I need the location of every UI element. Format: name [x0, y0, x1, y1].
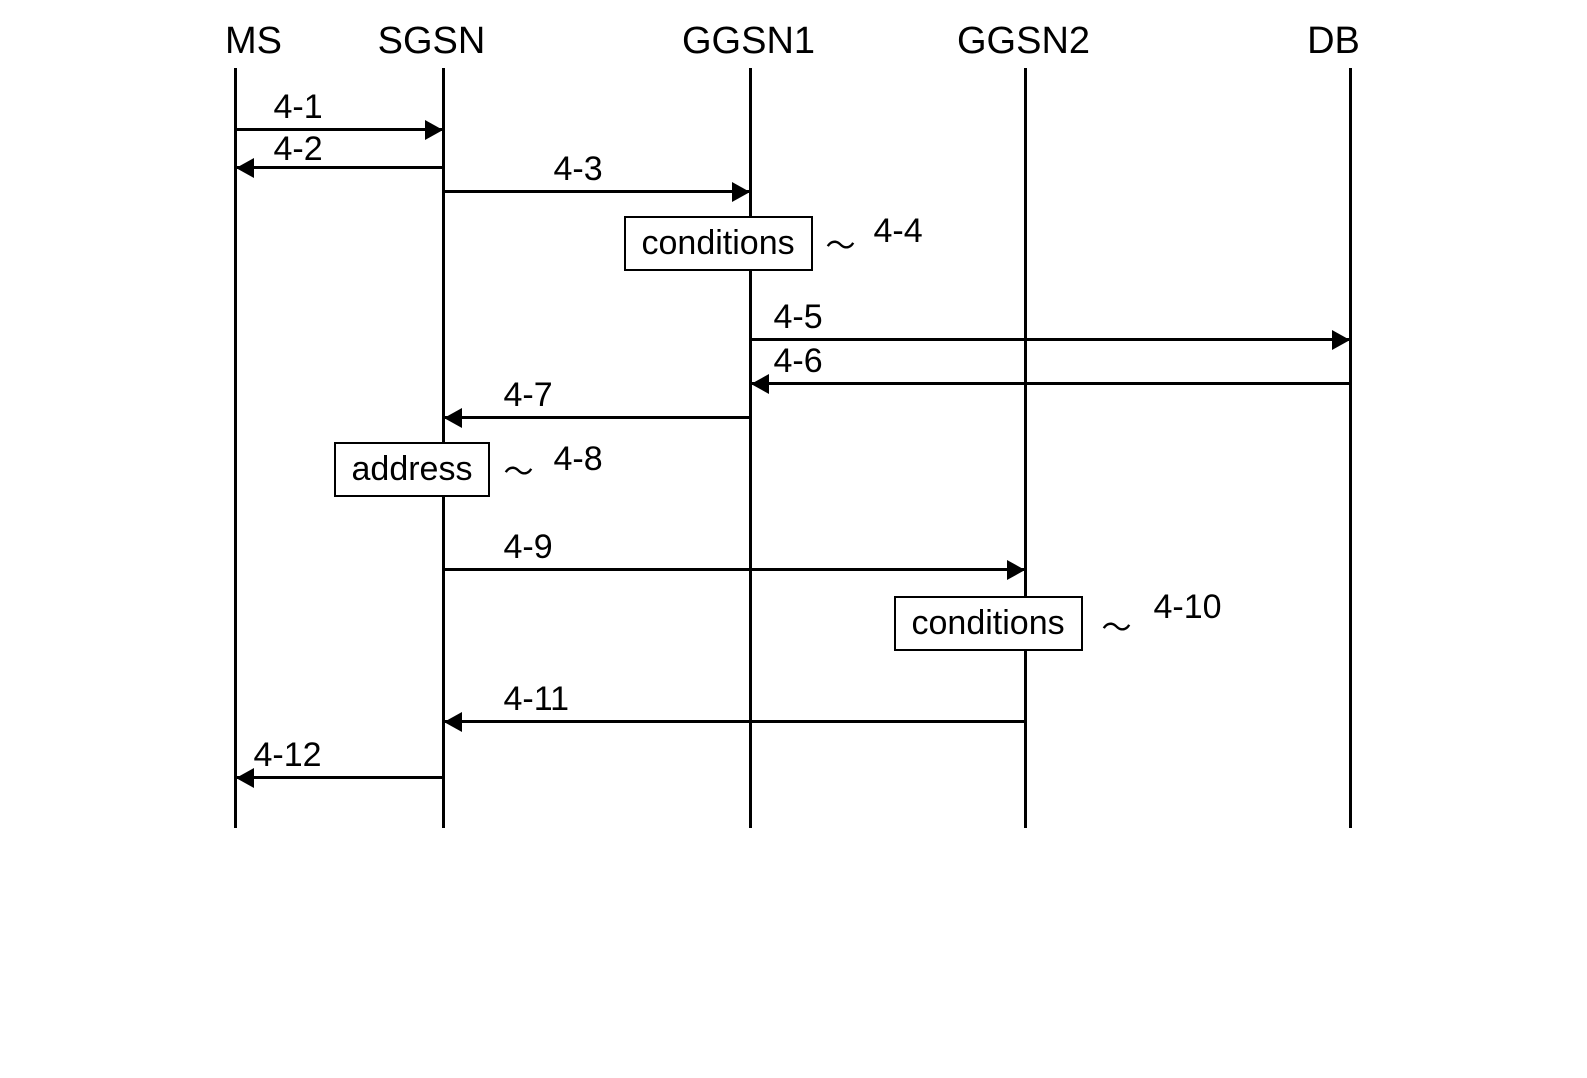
label-4-3: 4-3	[554, 150, 603, 189]
arrowhead-right-icon	[1007, 560, 1025, 580]
arrow-4-2	[237, 166, 442, 169]
label-4-8: 4-8	[554, 440, 603, 479]
label-4-2: 4-2	[274, 130, 323, 169]
label-4-11: 4-11	[504, 680, 570, 719]
arrow-4-6	[752, 382, 1349, 385]
label-4-4: 4-4	[874, 212, 923, 251]
label-4-1: 4-1	[274, 88, 323, 127]
participant-ggsn1: GGSN1	[682, 20, 815, 63]
arrow-4-7	[445, 416, 749, 419]
lifeline-db	[1349, 68, 1352, 828]
arrowhead-right-icon	[1332, 330, 1350, 350]
sequence-diagram: MS SGSN GGSN1 GGSN2 DB 4-1 4-2 4-3 condi…	[194, 20, 1394, 840]
label-4-10: 4-10	[1154, 588, 1222, 627]
box-conditions-4-4: conditions	[624, 216, 813, 271]
box-conditions-4-10: conditions	[894, 596, 1083, 651]
arrowhead-right-icon	[425, 120, 443, 140]
box-address-4-8: address	[334, 442, 491, 497]
arrow-4-12	[237, 776, 442, 779]
label-4-7: 4-7	[504, 376, 553, 415]
arrowhead-left-icon	[236, 158, 254, 178]
label-4-9: 4-9	[504, 528, 553, 567]
squiggle-icon: 〜	[1102, 614, 1132, 644]
label-4-6: 4-6	[774, 342, 823, 381]
arrowhead-right-icon	[732, 182, 750, 202]
label-4-5: 4-5	[774, 298, 823, 337]
arrowhead-left-icon	[444, 408, 462, 428]
arrowhead-left-icon	[236, 768, 254, 788]
participant-sgsn: SGSN	[378, 20, 486, 63]
arrowhead-left-icon	[751, 374, 769, 394]
lifeline-ms	[234, 68, 237, 828]
participant-ms: MS	[225, 20, 282, 63]
arrow-4-5	[752, 338, 1349, 341]
arrow-4-9	[445, 568, 1024, 571]
participant-ggsn2: GGSN2	[957, 20, 1090, 63]
arrow-4-11	[445, 720, 1024, 723]
participant-db: DB	[1307, 20, 1360, 63]
arrowhead-left-icon	[444, 712, 462, 732]
label-4-12: 4-12	[254, 736, 322, 775]
lifeline-ggsn2	[1024, 68, 1027, 828]
squiggle-icon: 〜	[826, 232, 856, 262]
arrow-4-3	[445, 190, 749, 193]
squiggle-icon: 〜	[504, 458, 534, 488]
arrow-4-1	[237, 128, 442, 131]
